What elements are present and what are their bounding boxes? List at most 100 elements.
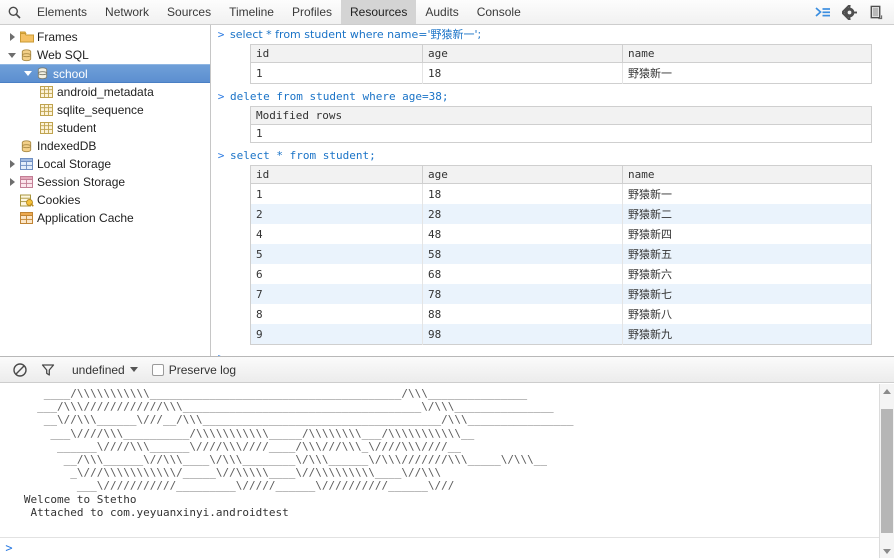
- filter-funnel-icon[interactable]: [34, 358, 62, 382]
- table-row[interactable]: 1 18 野猿新一: [250, 183, 872, 204]
- sidebar-item-android-metadata[interactable]: android_metadata: [0, 83, 210, 101]
- cell-name: 野猿新五: [622, 244, 872, 264]
- cell-age: 48: [422, 224, 623, 244]
- table-header-row: id age name: [250, 165, 872, 184]
- console-output: ____/\\\\\\\\\\\________________________…: [0, 384, 879, 536]
- expander-arrow-right-icon[interactable]: [6, 160, 18, 168]
- result-table: id age name 1 18 野猿新一 2 28 野猿新二 4 48 野猿新…: [250, 165, 872, 345]
- column-header-age[interactable]: age: [422, 165, 623, 184]
- scrollbar-thumb[interactable]: [881, 409, 893, 533]
- tab-timeline[interactable]: Timeline: [220, 0, 283, 24]
- table-icon: [38, 104, 55, 116]
- sidebar-item-local-storage[interactable]: Local Storage: [0, 155, 210, 173]
- clear-console-icon[interactable]: [6, 358, 34, 382]
- devtools-window: Elements Network Sources Timeline Profil…: [0, 0, 894, 558]
- console-attached-line: Attached to com.yeyuanxinyi.androidtest: [4, 505, 289, 519]
- table-row[interactable]: 4 48 野猿新四: [250, 224, 872, 244]
- cell-name: 野猿新八: [622, 304, 872, 324]
- query-text: select * from student;: [230, 149, 376, 162]
- sidebar-item-application-cache[interactable]: Application Cache: [0, 209, 210, 227]
- sidebar-item-cookies[interactable]: Cookies: [0, 191, 210, 209]
- query-result: id age name 1 18 野猿新一 2 28 野猿新二 4 48 野猿新…: [212, 165, 894, 348]
- cell-id: 1: [250, 62, 423, 84]
- scroll-up-arrow-icon[interactable]: [880, 384, 894, 398]
- column-header-id[interactable]: id: [250, 44, 423, 63]
- cell-id: 7: [250, 284, 423, 304]
- tab-elements[interactable]: Elements: [28, 0, 96, 24]
- table-row[interactable]: 1 18 野猿新一: [250, 62, 872, 84]
- console-input[interactable]: [18, 539, 879, 557]
- sidebar-item-school[interactable]: school: [0, 64, 210, 83]
- tab-profiles[interactable]: Profiles: [283, 0, 341, 24]
- tab-console[interactable]: Console: [468, 0, 530, 24]
- cell-id: 1: [250, 183, 423, 204]
- query-prompt-icon: >: [217, 90, 225, 103]
- column-header-id[interactable]: id: [250, 165, 423, 184]
- query-result: id age name 1 18 野猿新一: [212, 44, 894, 87]
- sidebar-item-session-storage[interactable]: Session Storage: [0, 173, 210, 191]
- preserve-log-toggle[interactable]: Preserve log: [151, 363, 236, 377]
- scroll-down-arrow-icon[interactable]: [880, 544, 894, 558]
- column-header-modified-rows[interactable]: Modified rows: [250, 106, 872, 125]
- cell-name: 野猿新六: [622, 264, 872, 284]
- table-row[interactable]: 7 78 野猿新七: [250, 284, 872, 304]
- query-input-row[interactable]: >: [212, 348, 894, 356]
- tab-network[interactable]: Network: [96, 0, 158, 24]
- cell-age: 88: [422, 304, 623, 324]
- table-row[interactable]: 1: [250, 124, 872, 143]
- websql-query-panel[interactable]: > select * from student where name='野猿新一…: [212, 25, 894, 356]
- query-text: delete from student where age=38;: [230, 90, 449, 103]
- database-icon: [34, 67, 51, 80]
- sidebar-item-frames[interactable]: Frames: [0, 28, 210, 46]
- tab-audits[interactable]: Audits: [416, 0, 467, 24]
- sidebar-item-label: Frames: [37, 30, 78, 44]
- settings-gear-icon[interactable]: [836, 0, 862, 24]
- cell-id: 4: [250, 224, 423, 244]
- dock-side-icon[interactable]: [862, 0, 888, 24]
- table-row[interactable]: 2 28 野猿新二: [250, 204, 872, 224]
- console-drawer-icon[interactable]: [810, 0, 836, 24]
- stetho-ascii-banner: ____/\\\\\\\\\\\________________________…: [37, 387, 574, 493]
- column-header-age[interactable]: age: [422, 44, 623, 63]
- sidebar-item-label: student: [57, 121, 97, 135]
- console-input-row[interactable]: >: [0, 537, 879, 558]
- cell-name: 野猿新四: [622, 224, 872, 244]
- table-row[interactable]: 9 98 野猿新九: [250, 324, 872, 345]
- expander-arrow-down-icon[interactable]: [22, 71, 34, 76]
- tab-resources[interactable]: Resources: [341, 0, 417, 24]
- cell-id: 9: [250, 324, 423, 345]
- sidebar-item-student[interactable]: student: [0, 119, 210, 137]
- cell-name: 野猿新一: [622, 183, 872, 204]
- execution-context-select[interactable]: undefined: [72, 363, 138, 377]
- resources-sidebar[interactable]: Frames Web SQL school android_metadata s…: [0, 25, 211, 356]
- table-header-row: Modified rows: [250, 106, 872, 125]
- cell-age: 68: [422, 264, 623, 284]
- cell-name: 野猿新七: [622, 284, 872, 304]
- sidebar-item-indexeddb[interactable]: IndexedDB: [0, 137, 210, 155]
- preserve-log-checkbox[interactable]: [151, 363, 164, 376]
- panel-tabs: Elements Network Sources Timeline Profil…: [28, 0, 530, 24]
- storage-table-blue-icon: [18, 158, 35, 170]
- sidebar-item-label: Local Storage: [37, 157, 112, 171]
- console-welcome-line: Welcome to Stetho: [4, 492, 137, 506]
- expander-arrow-down-icon[interactable]: [6, 52, 18, 58]
- database-icon: [18, 48, 35, 62]
- sidebar-item-label: Web SQL: [37, 48, 89, 62]
- tab-sources[interactable]: Sources: [158, 0, 220, 24]
- cell-age: 28: [422, 204, 623, 224]
- column-header-name[interactable]: name: [622, 165, 872, 184]
- sidebar-item-web-sql[interactable]: Web SQL: [0, 46, 210, 64]
- column-header-name[interactable]: name: [622, 44, 872, 63]
- sidebar-item-sqlite-sequence[interactable]: sqlite_sequence: [0, 101, 210, 119]
- expander-arrow-right-icon[interactable]: [6, 178, 18, 186]
- cell-id: 5: [250, 244, 423, 264]
- chevron-down-icon: [129, 367, 138, 372]
- cookies-icon: [18, 194, 35, 207]
- console-drawer: undefined Preserve log ____/\\\\\\\\\\\_…: [0, 357, 894, 558]
- table-row[interactable]: 5 58 野猿新五: [250, 244, 872, 264]
- search-icon[interactable]: [0, 0, 28, 24]
- table-row[interactable]: 8 88 野猿新八: [250, 304, 872, 324]
- expander-arrow-right-icon[interactable]: [6, 33, 18, 41]
- table-row[interactable]: 6 68 野猿新六: [250, 264, 872, 284]
- console-scrollbar[interactable]: [879, 384, 894, 558]
